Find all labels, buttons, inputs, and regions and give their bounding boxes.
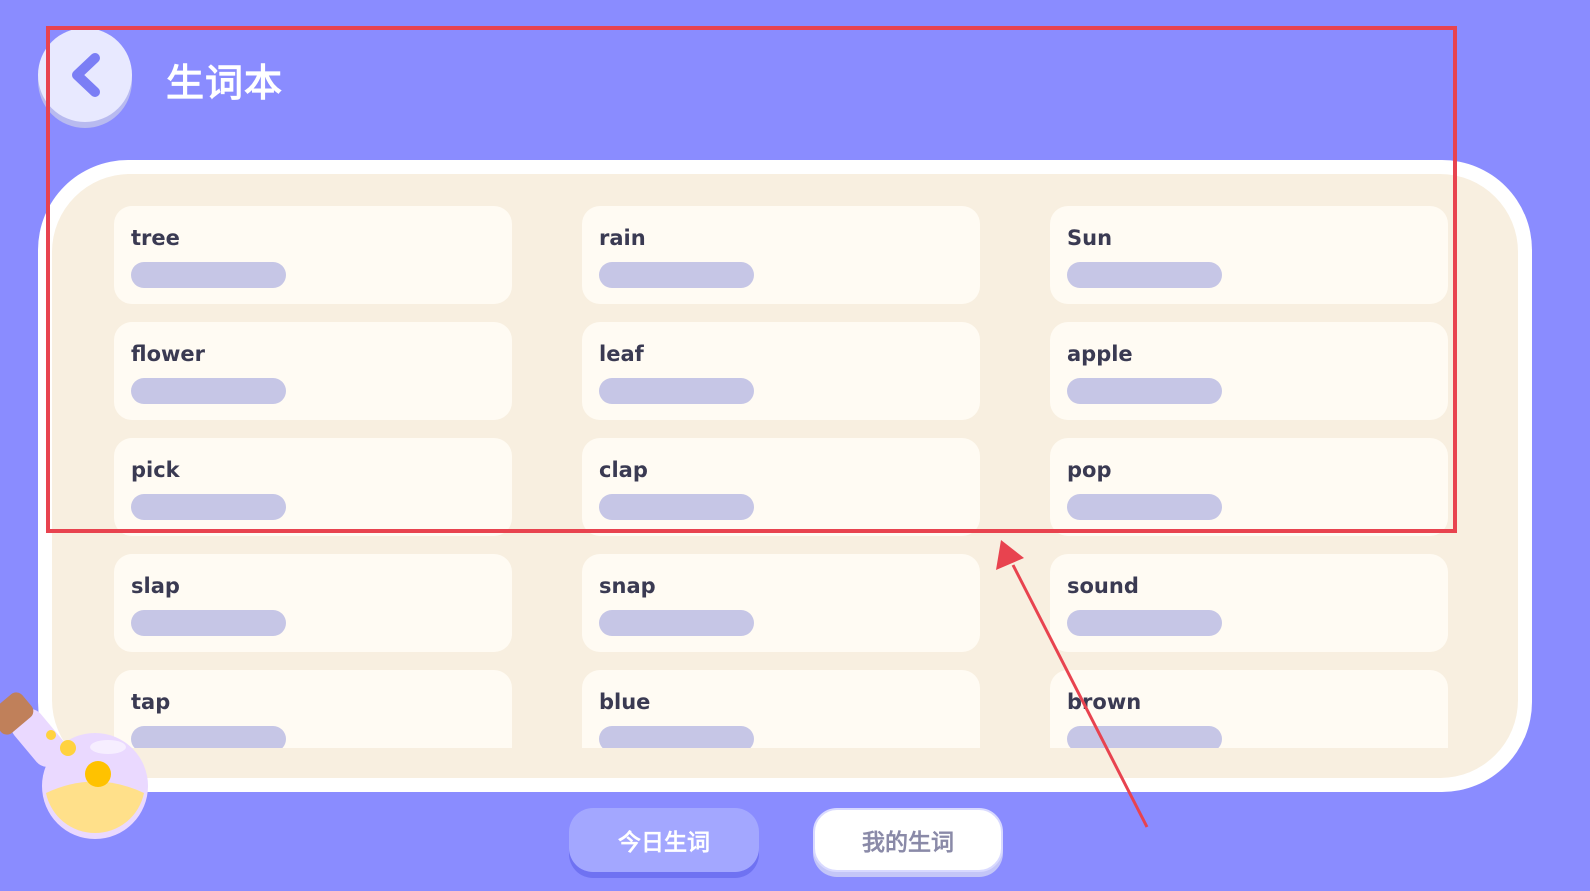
meaning-placeholder-bar (599, 378, 754, 404)
word-grid: tree rain Sun flower leaf apple pick clap pop sla… (114, 206, 1454, 748)
word-text: rain (599, 226, 646, 250)
meaning-placeholder-bar (1067, 262, 1222, 288)
word-card[interactable]: brown (1050, 670, 1448, 748)
word-text: slap (131, 574, 180, 598)
meaning-placeholder-bar (1067, 610, 1222, 636)
word-card[interactable]: flower (114, 322, 512, 420)
word-text: pop (1067, 458, 1112, 482)
word-board: tree rain Sun flower leaf apple pick clap pop sla… (38, 160, 1532, 792)
word-card[interactable]: apple (1050, 322, 1448, 420)
word-card[interactable]: tap (114, 670, 512, 748)
word-text: flower (131, 342, 205, 366)
meaning-placeholder-bar (1067, 494, 1222, 520)
word-card[interactable]: slap (114, 554, 512, 652)
word-card[interactable]: tree (114, 206, 512, 304)
word-text: pick (131, 458, 180, 482)
word-text: brown (1067, 690, 1142, 714)
tab-today-words[interactable]: 今日生词 (569, 808, 759, 872)
word-board-inner: tree rain Sun flower leaf apple pick clap pop sla… (52, 174, 1518, 778)
word-text: tree (131, 226, 180, 250)
meaning-placeholder-bar (131, 378, 286, 404)
word-card[interactable]: rain (582, 206, 980, 304)
word-card[interactable]: clap (582, 438, 980, 536)
meaning-placeholder-bar (1067, 726, 1222, 748)
word-list-scroll[interactable]: tree rain Sun flower leaf apple pick clap pop sla… (114, 206, 1454, 748)
word-card[interactable]: sound (1050, 554, 1448, 652)
word-card[interactable]: Sun (1050, 206, 1448, 304)
word-text: sound (1067, 574, 1139, 598)
meaning-placeholder-bar (599, 726, 754, 748)
meaning-placeholder-bar (131, 494, 286, 520)
word-card[interactable]: pop (1050, 438, 1448, 536)
tab-my-words[interactable]: 我的生词 (813, 808, 1003, 872)
page-title: 生词本 (166, 61, 284, 105)
potion-bottle-icon (0, 692, 148, 839)
word-text: blue (599, 690, 651, 714)
meaning-placeholder-bar (599, 610, 754, 636)
word-text: snap (599, 574, 656, 598)
chevron-left-icon (72, 53, 100, 97)
meaning-placeholder-bar (1067, 378, 1222, 404)
word-text: clap (599, 458, 648, 482)
meaning-placeholder-bar (599, 262, 754, 288)
word-text: Sun (1067, 226, 1113, 250)
word-card[interactable]: blue (582, 670, 980, 748)
word-text: leaf (599, 342, 644, 366)
meaning-placeholder-bar (131, 610, 286, 636)
meaning-placeholder-bar (599, 494, 754, 520)
word-card[interactable]: snap (582, 554, 980, 652)
word-card[interactable]: pick (114, 438, 512, 536)
meaning-placeholder-bar (131, 262, 286, 288)
back-button[interactable] (38, 28, 132, 122)
word-card[interactable]: leaf (582, 322, 980, 420)
word-text: apple (1067, 342, 1133, 366)
